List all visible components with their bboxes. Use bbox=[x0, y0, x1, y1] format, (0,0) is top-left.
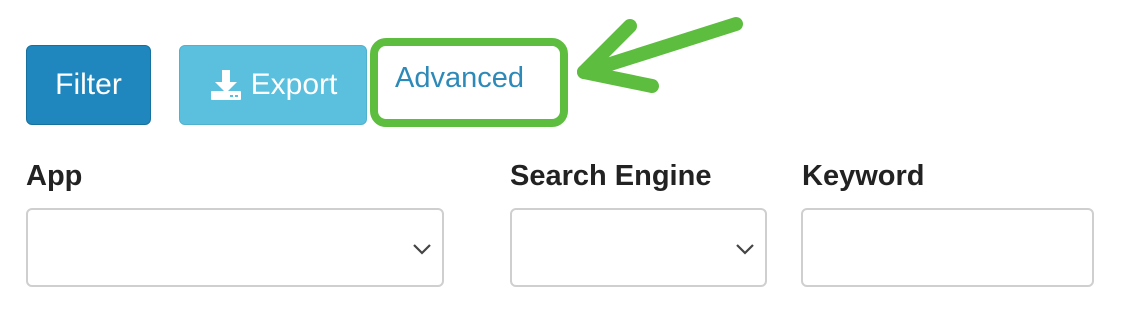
app-label: App bbox=[26, 160, 83, 192]
keyword-input[interactable] bbox=[801, 208, 1094, 287]
export-button[interactable]: Export bbox=[179, 45, 367, 125]
keyword-label: Keyword bbox=[802, 160, 925, 192]
chevron-down-icon bbox=[736, 244, 754, 255]
app-select[interactable] bbox=[26, 208, 444, 287]
export-button-label: Export bbox=[250, 68, 338, 101]
annotation-arrow-icon bbox=[577, 17, 743, 93]
search-engine-select[interactable] bbox=[510, 208, 767, 287]
filter-button-label: Filter bbox=[55, 68, 122, 101]
search-engine-label: Search Engine bbox=[510, 160, 712, 192]
filter-button[interactable]: Filter bbox=[26, 45, 151, 125]
annotation-highlight-box bbox=[370, 38, 568, 127]
download-icon bbox=[210, 70, 241, 100]
chevron-down-icon bbox=[413, 244, 431, 255]
